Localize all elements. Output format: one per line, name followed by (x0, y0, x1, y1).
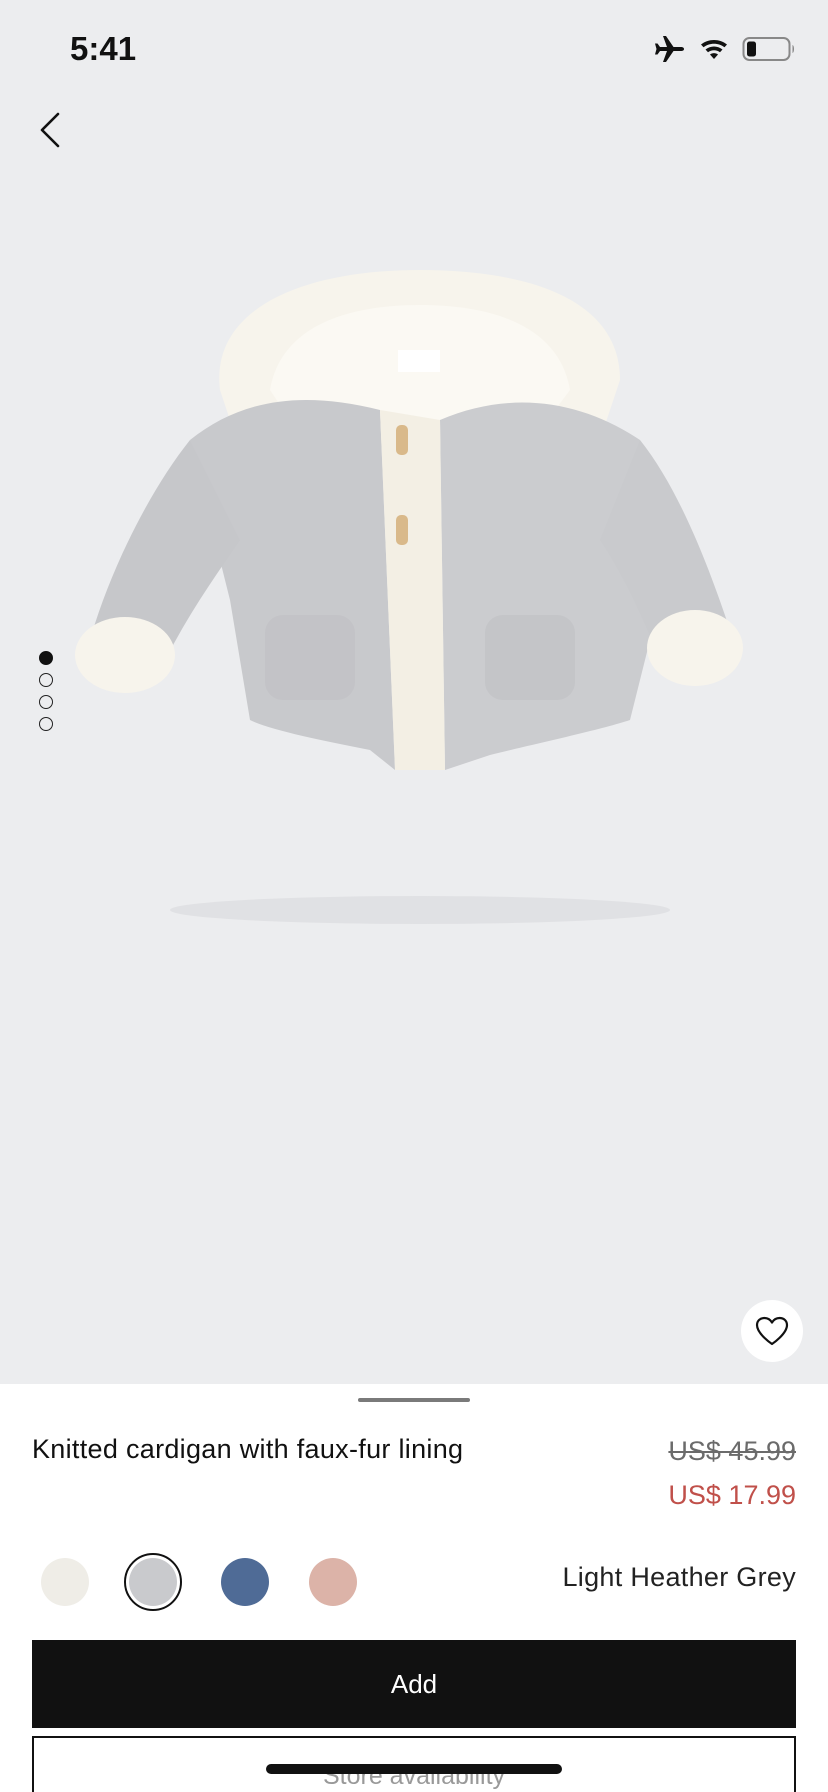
product-title: Knitted cardigan with faux-fur lining (32, 1434, 464, 1464)
color-swatch-blue[interactable] (214, 1551, 276, 1613)
pagination-dot[interactable] (39, 717, 53, 731)
battery-icon (742, 37, 794, 61)
color-swatches (34, 1551, 390, 1613)
sheet-grabber[interactable] (358, 1398, 470, 1402)
product-gallery[interactable] (0, 0, 828, 1384)
pagination-dot[interactable] (39, 651, 53, 665)
product-details-sheet[interactable]: Knitted cardigan with faux-fur lining US… (0, 1384, 828, 1792)
heart-icon (755, 1316, 789, 1346)
add-to-bag-button[interactable]: Add (32, 1640, 796, 1728)
airplane-icon (655, 36, 684, 62)
status-icons (654, 34, 796, 64)
product-image (75, 270, 743, 924)
color-swatch-light-heather-grey[interactable] (122, 1551, 184, 1613)
pagination-dot[interactable] (39, 673, 53, 687)
gallery-pagination (39, 651, 53, 731)
status-time: 5:41 (70, 30, 137, 67)
color-swatch-off-white[interactable] (34, 1551, 96, 1613)
original-price: US$ 45.99 (668, 1436, 796, 1466)
back-button[interactable] (20, 100, 80, 160)
chevron-left-icon (40, 112, 60, 148)
selected-color-name: Light Heather Grey (562, 1562, 796, 1592)
home-indicator[interactable] (266, 1764, 562, 1774)
status-bar: 5:41 (0, 0, 828, 100)
pagination-dot[interactable] (39, 695, 53, 709)
wifi-icon (701, 40, 727, 59)
color-swatch-pink[interactable] (302, 1551, 364, 1613)
favorite-button[interactable] (741, 1300, 803, 1362)
sale-price: US$ 17.99 (668, 1480, 796, 1510)
